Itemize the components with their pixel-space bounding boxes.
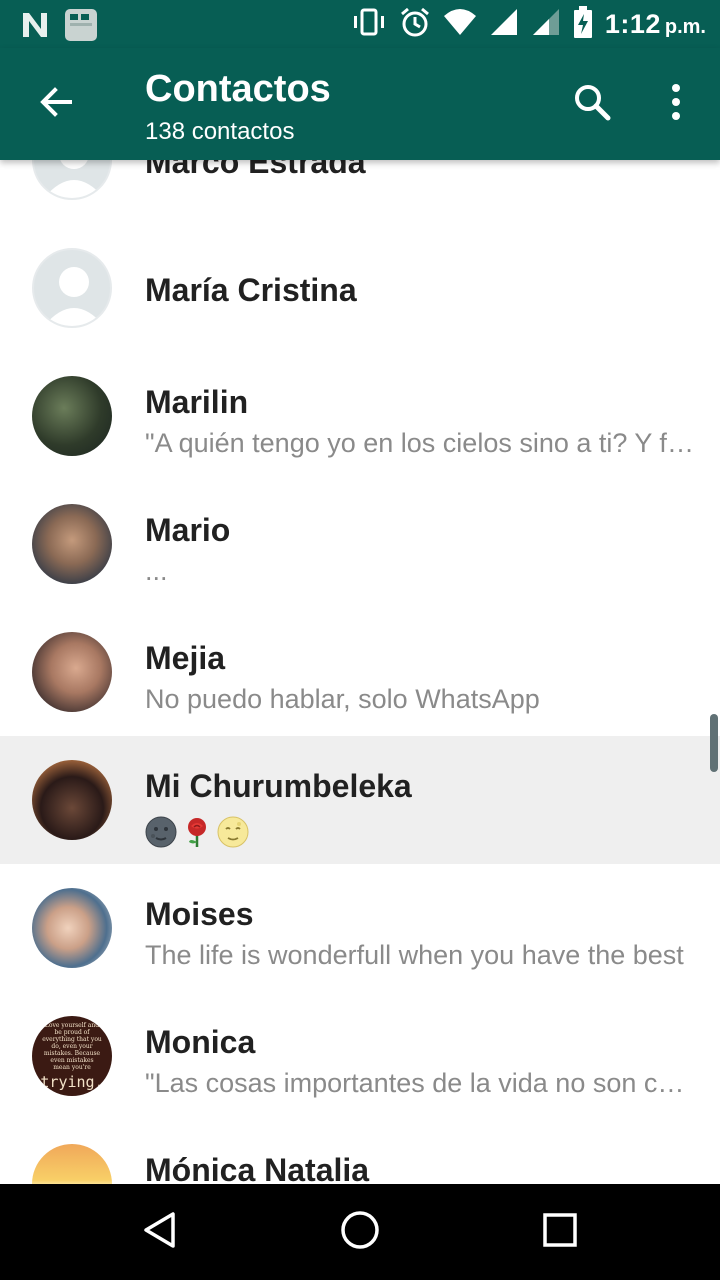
contact-status: "A quién tengo yo en los cielos sino a t…	[145, 428, 695, 458]
search-button[interactable]	[560, 74, 624, 134]
status-bar-system: 1:12 p.m.	[351, 6, 706, 43]
more-vert-icon	[670, 82, 682, 127]
wifi-icon	[443, 8, 477, 41]
battery-charging-icon	[573, 6, 593, 43]
scrollbar-thumb[interactable]	[710, 714, 718, 772]
alarm-icon	[399, 6, 431, 43]
signal-icon	[489, 7, 519, 42]
contact-row[interactable]: Marilin "A quién tengo yo en los cielos …	[0, 352, 720, 480]
signal-2-icon	[531, 7, 561, 42]
contact-row[interactable]: Mejia No puedo hablar, solo WhatsApp	[0, 608, 720, 736]
contact-name: Moises	[145, 896, 254, 932]
avatar-quote-text: Love yourself and be proud of everything…	[42, 1021, 102, 1071]
avatar	[32, 760, 112, 840]
contact-row[interactable]: Moises The life is wonderfull when you h…	[0, 864, 720, 992]
avatar: Love yourself and be proud of everything…	[32, 1016, 112, 1096]
avatar	[32, 504, 112, 584]
arrow-back-icon	[36, 82, 76, 127]
contact-row[interactable]: Mario ...	[0, 480, 720, 608]
contact-name: María Cristina	[145, 272, 357, 308]
nav-recents-square-icon	[540, 1210, 580, 1255]
contact-name: Marilin	[145, 384, 249, 420]
contact-status: "Las cosas importantes de la vida no son…	[145, 1068, 695, 1098]
search-icon	[572, 82, 612, 127]
page-title: Contactos	[145, 68, 331, 110]
nav-back-button[interactable]	[120, 1198, 200, 1266]
contact-name: Monica	[145, 1024, 256, 1060]
status-bar-notifications	[20, 8, 98, 47]
more-options-button[interactable]	[648, 74, 704, 134]
n-notification-icon	[20, 10, 50, 45]
contact-name: Mejia	[145, 640, 226, 676]
avatar	[32, 376, 112, 456]
nav-home-circle-icon	[339, 1209, 381, 1256]
new-moon-face-emoji	[145, 816, 177, 853]
contact-status: The life is wonderfull when you have the…	[145, 940, 684, 970]
vibrate-icon	[351, 7, 387, 42]
avatar	[32, 888, 112, 968]
contact-status-emojis	[145, 816, 249, 853]
avatar	[32, 632, 112, 712]
contact-count: 138 contactos	[145, 118, 295, 145]
contact-status: No puedo hablar, solo WhatsApp	[145, 684, 540, 714]
nav-home-button[interactable]	[320, 1198, 400, 1266]
contact-row[interactable]: María Cristina	[0, 224, 720, 352]
clock-time: 1:12	[604, 9, 661, 39]
contact-status: ...	[145, 556, 168, 586]
nav-recents-button[interactable]	[520, 1198, 600, 1266]
app-bar: Contactos 138 contactos	[0, 48, 720, 160]
navigation-bar	[0, 1184, 720, 1280]
nav-back-triangle-icon	[140, 1210, 180, 1255]
avatar	[32, 248, 112, 328]
status-bar: 1:12 p.m.	[0, 0, 720, 48]
gallery-notification-icon	[64, 8, 98, 47]
contact-row[interactable]: Love yourself and be proud of everything…	[0, 992, 720, 1120]
rose-emoji	[181, 816, 213, 853]
contact-row-selected[interactable]: Mi Churumbeleka	[0, 736, 720, 864]
contact-name: Mario	[145, 512, 231, 548]
avatar-quote-word: trying.	[40, 1072, 104, 1091]
back-button[interactable]	[24, 76, 88, 132]
contact-list[interactable]: Marco Estrada María Cristina Marilin "A …	[0, 96, 720, 1248]
clock-ampm: p.m.	[664, 16, 706, 38]
full-moon-face-emoji	[217, 816, 249, 853]
contact-name: Mi Churumbeleka	[145, 768, 412, 804]
